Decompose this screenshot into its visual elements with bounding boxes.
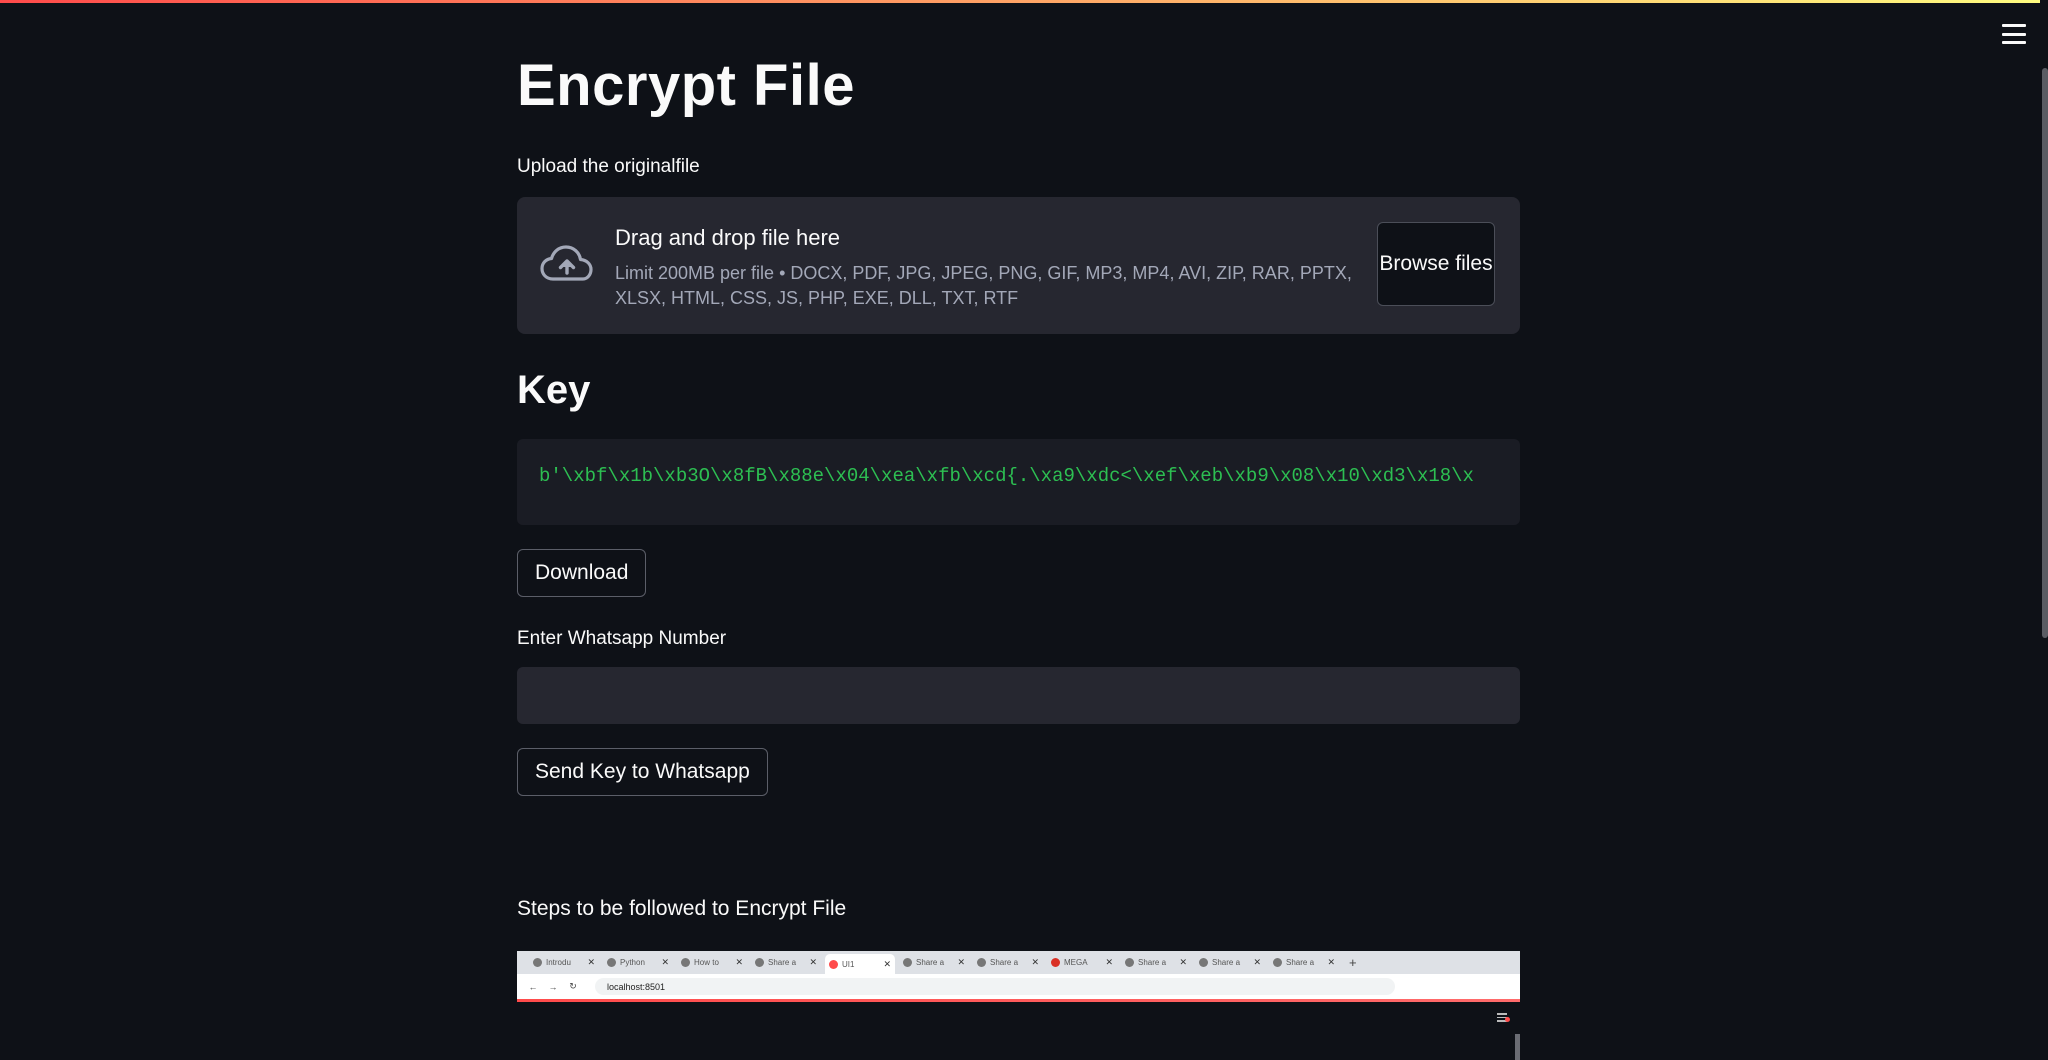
screenshot-tab: Share a ✕ [973, 954, 1043, 971]
download-button[interactable]: Download [517, 549, 647, 597]
screenshot-back-icon: ← [528, 981, 538, 992]
dropzone-title: Drag and drop file here [615, 225, 841, 250]
key-code-block: b'\xbf\x1b\xb3O\x8fB\x88e\x04\xea\xfb\xc… [517, 439, 1520, 525]
dropzone-limits: Limit 200MB per file • DOCX, PDF, JPG, J… [615, 263, 1352, 308]
screenshot-tab: Share a ✕ [899, 954, 969, 971]
screenshot-tab: Introdu ✕ [529, 954, 599, 971]
screenshot-address-bar: ← → ↻ localhost:8501 [517, 974, 1520, 999]
upload-label: Upload the originalfile [517, 156, 700, 177]
screenshot-tab-active: UI1 ✕ [825, 954, 895, 974]
key-heading: Key [517, 368, 591, 412]
browse-files-button[interactable]: Browse files [1377, 222, 1495, 306]
screenshot-accent-bar [517, 999, 1520, 1002]
screenshot-forward-icon: → [548, 981, 558, 992]
file-dropzone[interactable]: Drag and drop file here Limit 200MB per … [517, 197, 1520, 334]
whatsapp-number-label: Enter Whatsapp Number [517, 628, 727, 649]
screenshot-tab: Python ✕ [603, 954, 673, 971]
screenshot-tab: Share a ✕ [1269, 954, 1339, 971]
screenshot-tab: Share a ✕ [1195, 954, 1265, 971]
send-key-whatsapp-button[interactable]: Send Key to Whatsapp [517, 748, 768, 796]
scrollbar-thumb[interactable] [2042, 68, 2048, 638]
screenshot-scrollbar [1515, 1034, 1520, 1060]
steps-label: Steps to be followed to Encrypt File [517, 897, 847, 920]
screenshot-status-dot [1505, 1017, 1510, 1022]
screenshot-tab: Share a ✕ [1121, 954, 1191, 971]
screenshot-browser-tabs: Introdu ✕ Python ✕ How to ✕ Share a ✕ UI1 ✕ S… [517, 951, 1520, 974]
key-value: b'\xbf\x1b\xb3O\x8fB\x88e\x04\xea\xfb\xc… [539, 465, 1474, 487]
top-decoration-bar [0, 0, 2048, 3]
steps-screenshot-image: Introdu ✕ Python ✕ How to ✕ Share a ✕ UI1 ✕ S… [517, 951, 1520, 1060]
screenshot-new-tab-icon: + [1349, 955, 1357, 970]
cloud-upload-icon [540, 245, 593, 281]
page-title: Encrypt File [517, 53, 855, 118]
whatsapp-number-input[interactable] [517, 667, 1520, 724]
screenshot-tab: Share a ✕ [751, 954, 821, 971]
screenshot-tab: How to ✕ [677, 954, 747, 971]
screenshot-tab: MEGA ✕ [1047, 954, 1117, 971]
screenshot-url: localhost:8501 [595, 978, 1395, 995]
hamburger-menu-icon[interactable] [2002, 24, 2026, 44]
screenshot-reload-icon: ↻ [569, 981, 577, 991]
